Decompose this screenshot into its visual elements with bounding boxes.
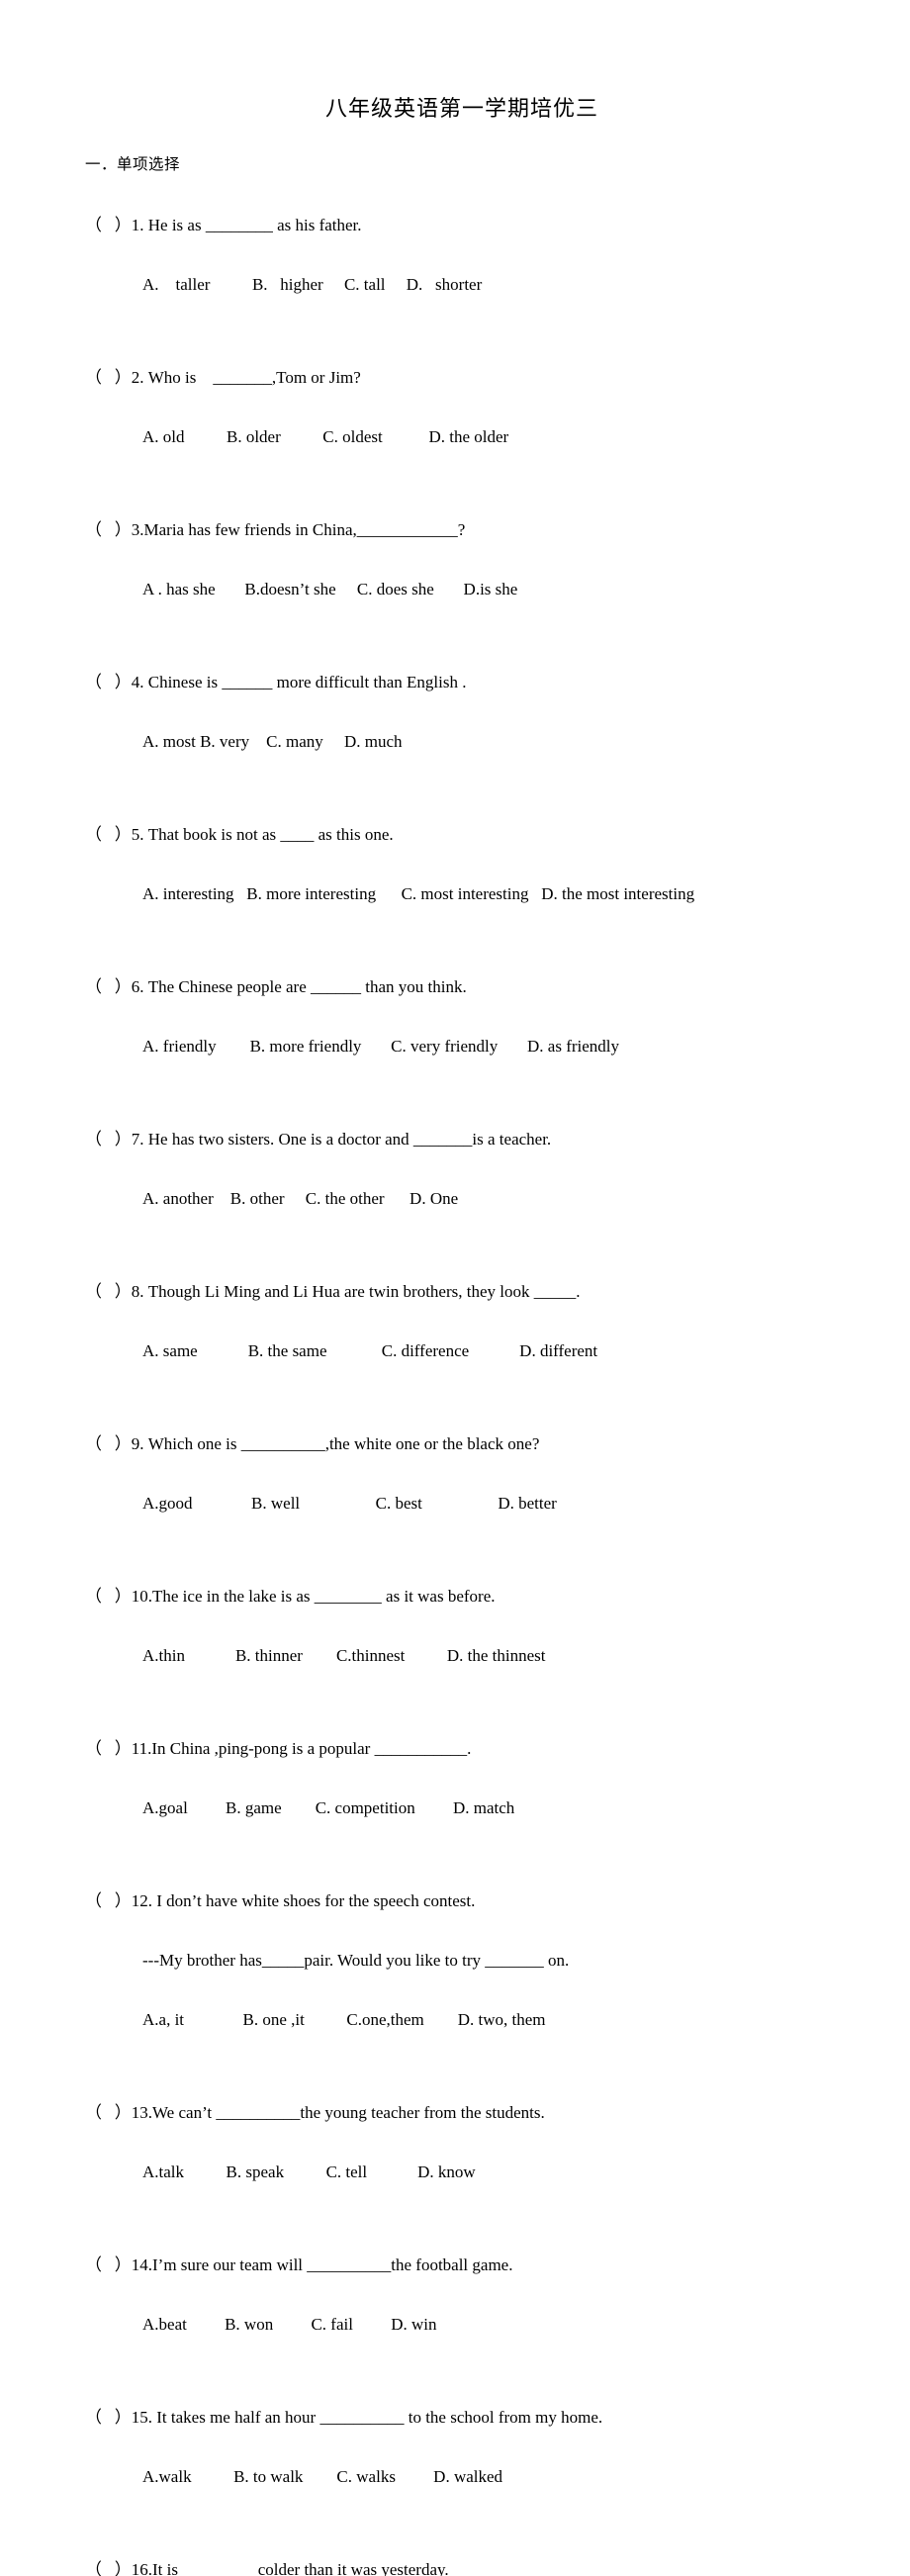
question-stem: （ ）4. Chinese is ______ more difficult t… bbox=[85, 673, 467, 691]
question-item: （ ）16.It is _________colder than it was … bbox=[85, 2528, 839, 2576]
question-options: A . has she B.doesn’t she C. does she D.… bbox=[142, 580, 518, 598]
question-item: （ ）11.In China ,ping-pong is a popular _… bbox=[85, 1706, 839, 1850]
question-item: （ ）13.We can’t __________the young teach… bbox=[85, 2070, 839, 2214]
question-item: （ ）9. Which one is __________,the white … bbox=[85, 1402, 839, 1545]
question-options: A.good B. well C. best D. better bbox=[142, 1494, 557, 1513]
section-heading: 一．单项选择 bbox=[85, 155, 181, 173]
question-options: A. most B. very C. many D. much bbox=[142, 732, 403, 751]
question-options: A. friendly B. more friendly C. very fri… bbox=[142, 1037, 620, 1056]
question-continuation: ---My brother has_____pair. Would you li… bbox=[142, 1951, 570, 1970]
question-item: （ ）14.I’m sure our team will __________t… bbox=[85, 2223, 839, 2366]
question-stem: （ ）7. He has two sisters. One is a docto… bbox=[85, 1130, 552, 1149]
question-options: A.goal B. game C. competition D. match bbox=[142, 1798, 515, 1817]
question-stem: （ ）14.I’m sure our team will __________t… bbox=[85, 2255, 513, 2274]
question-item: （ ）10.The ice in the lake is as ________… bbox=[85, 1554, 839, 1698]
question-options: A. another B. other C. the other D. One bbox=[142, 1189, 459, 1208]
question-stem: （ ）5. That book is not as ____ as this o… bbox=[85, 825, 394, 844]
question-item: （ ）3.Maria has few friends in China,____… bbox=[85, 488, 839, 631]
question-stem: （ ）12. I don’t have white shoes for the … bbox=[85, 1891, 476, 1910]
question-item: （ ）1. He is as ________ as his father. A… bbox=[85, 183, 839, 326]
question-stem: （ ）3.Maria has few friends in China,____… bbox=[85, 520, 466, 539]
question-stem: （ ）8. Though Li Ming and Li Hua are twin… bbox=[85, 1282, 581, 1301]
question-item: （ ）15. It takes me half an hour ________… bbox=[85, 2375, 839, 2519]
question-options: A. same B. the same C. difference D. dif… bbox=[142, 1341, 598, 1360]
question-stem: （ ）2. Who is _______,Tom or Jim? bbox=[85, 368, 361, 387]
question-stem: （ ）16.It is _________colder than it was … bbox=[85, 2560, 449, 2576]
question-stem: （ ）11.In China ,ping-pong is a popular _… bbox=[85, 1739, 472, 1758]
question-stem: （ ）10.The ice in the lake is as ________… bbox=[85, 1587, 496, 1606]
question-item: （ ）6. The Chinese people are ______ than… bbox=[85, 945, 839, 1088]
question-options: A. old B. older C. oldest D. the older bbox=[142, 427, 509, 446]
question-options: A.beat B. won C. fail D. win bbox=[142, 2315, 437, 2334]
question-stem: （ ）13.We can’t __________the young teach… bbox=[85, 2103, 545, 2122]
question-stem: （ ）6. The Chinese people are ______ than… bbox=[85, 977, 467, 996]
question-item: （ ）7. He has two sisters. One is a docto… bbox=[85, 1097, 839, 1241]
question-item: （ ）5. That book is not as ____ as this o… bbox=[85, 792, 839, 936]
question-stem: （ ）15. It takes me half an hour ________… bbox=[85, 2408, 603, 2427]
question-options: A. interesting B. more interesting C. mo… bbox=[142, 884, 695, 903]
document-page: 八年级英语第一学期培优三 一．单项选择 （ ）1. He is as _____… bbox=[0, 0, 910, 2576]
page-title: 八年级英语第一学期培优三 bbox=[324, 97, 598, 122]
question-options: A.walk B. to walk C. walks D. walked bbox=[142, 2467, 503, 2486]
question-options: A.a, it B. one ,it C.one,them D. two, th… bbox=[142, 2010, 546, 2029]
question-stem: （ ）1. He is as ________ as his father. bbox=[85, 216, 362, 234]
question-options: A. taller B. higher C. tall D. shorter bbox=[142, 275, 483, 294]
question-item: （ ）4. Chinese is ______ more difficult t… bbox=[85, 640, 839, 783]
question-item: （ ）8. Though Li Ming and Li Hua are twin… bbox=[85, 1249, 839, 1393]
question-item: （ ）2. Who is _______,Tom or Jim? A. old … bbox=[85, 335, 839, 479]
question-options: A.talk B. speak C. tell D. know bbox=[142, 2162, 476, 2181]
question-item: （ ）12. I don’t have white shoes for the … bbox=[85, 1859, 839, 2062]
question-options: A.thin B. thinner C.thinnest D. the thin… bbox=[142, 1646, 546, 1665]
question-stem: （ ）9. Which one is __________,the white … bbox=[85, 1434, 540, 1453]
